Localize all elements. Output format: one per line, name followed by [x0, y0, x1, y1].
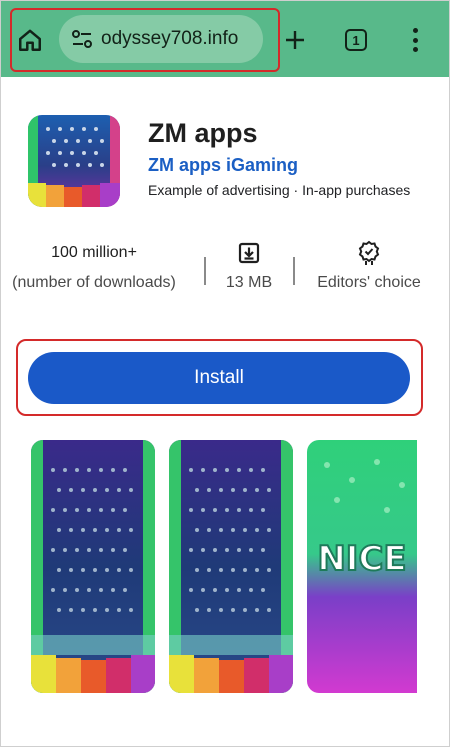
menu-dot — [412, 37, 418, 43]
stat-editors-choice: Editors' choice — [304, 240, 434, 292]
screenshot-1[interactable] — [31, 440, 155, 693]
new-tab-icon — [286, 31, 304, 49]
editors-choice-label: Editors' choice — [317, 274, 421, 291]
tab-switcher-button[interactable]: 1 — [345, 29, 367, 51]
downloads-label: (number of downloads) — [12, 274, 176, 291]
new-tab-button[interactable] — [279, 23, 311, 57]
size-label: 13 MB — [225, 274, 273, 291]
app-meta: Example of advertising · In-app purchase… — [148, 182, 411, 198]
install-button-highlight — [16, 339, 423, 416]
stat-size: 13 MB — [212, 240, 286, 292]
menu-dot — [412, 28, 418, 33]
address-bar-highlight — [10, 8, 280, 72]
menu-dot — [412, 47, 418, 52]
stat-downloads: 100 million+ (number of downloads) — [0, 240, 188, 292]
downloads-value: 100 million+ — [51, 244, 137, 261]
editors-choice-icon — [304, 240, 434, 266]
screenshot-nice-text: NICE — [317, 539, 406, 579]
download-size-icon — [212, 240, 286, 266]
stats-row: 100 million+ (number of downloads) 13 MB… — [0, 240, 450, 300]
app-title: ZM apps — [148, 118, 258, 148]
stats-divider — [204, 257, 206, 285]
menu-button[interactable] — [403, 25, 427, 55]
stats-divider — [293, 257, 295, 285]
app-icon — [28, 115, 120, 207]
tab-count-label: 1 — [352, 32, 360, 48]
developer-link[interactable]: ZM apps iGaming — [148, 155, 298, 176]
screenshot-2[interactable] — [169, 440, 293, 693]
screenshot-3[interactable]: NICE — [307, 440, 417, 693]
